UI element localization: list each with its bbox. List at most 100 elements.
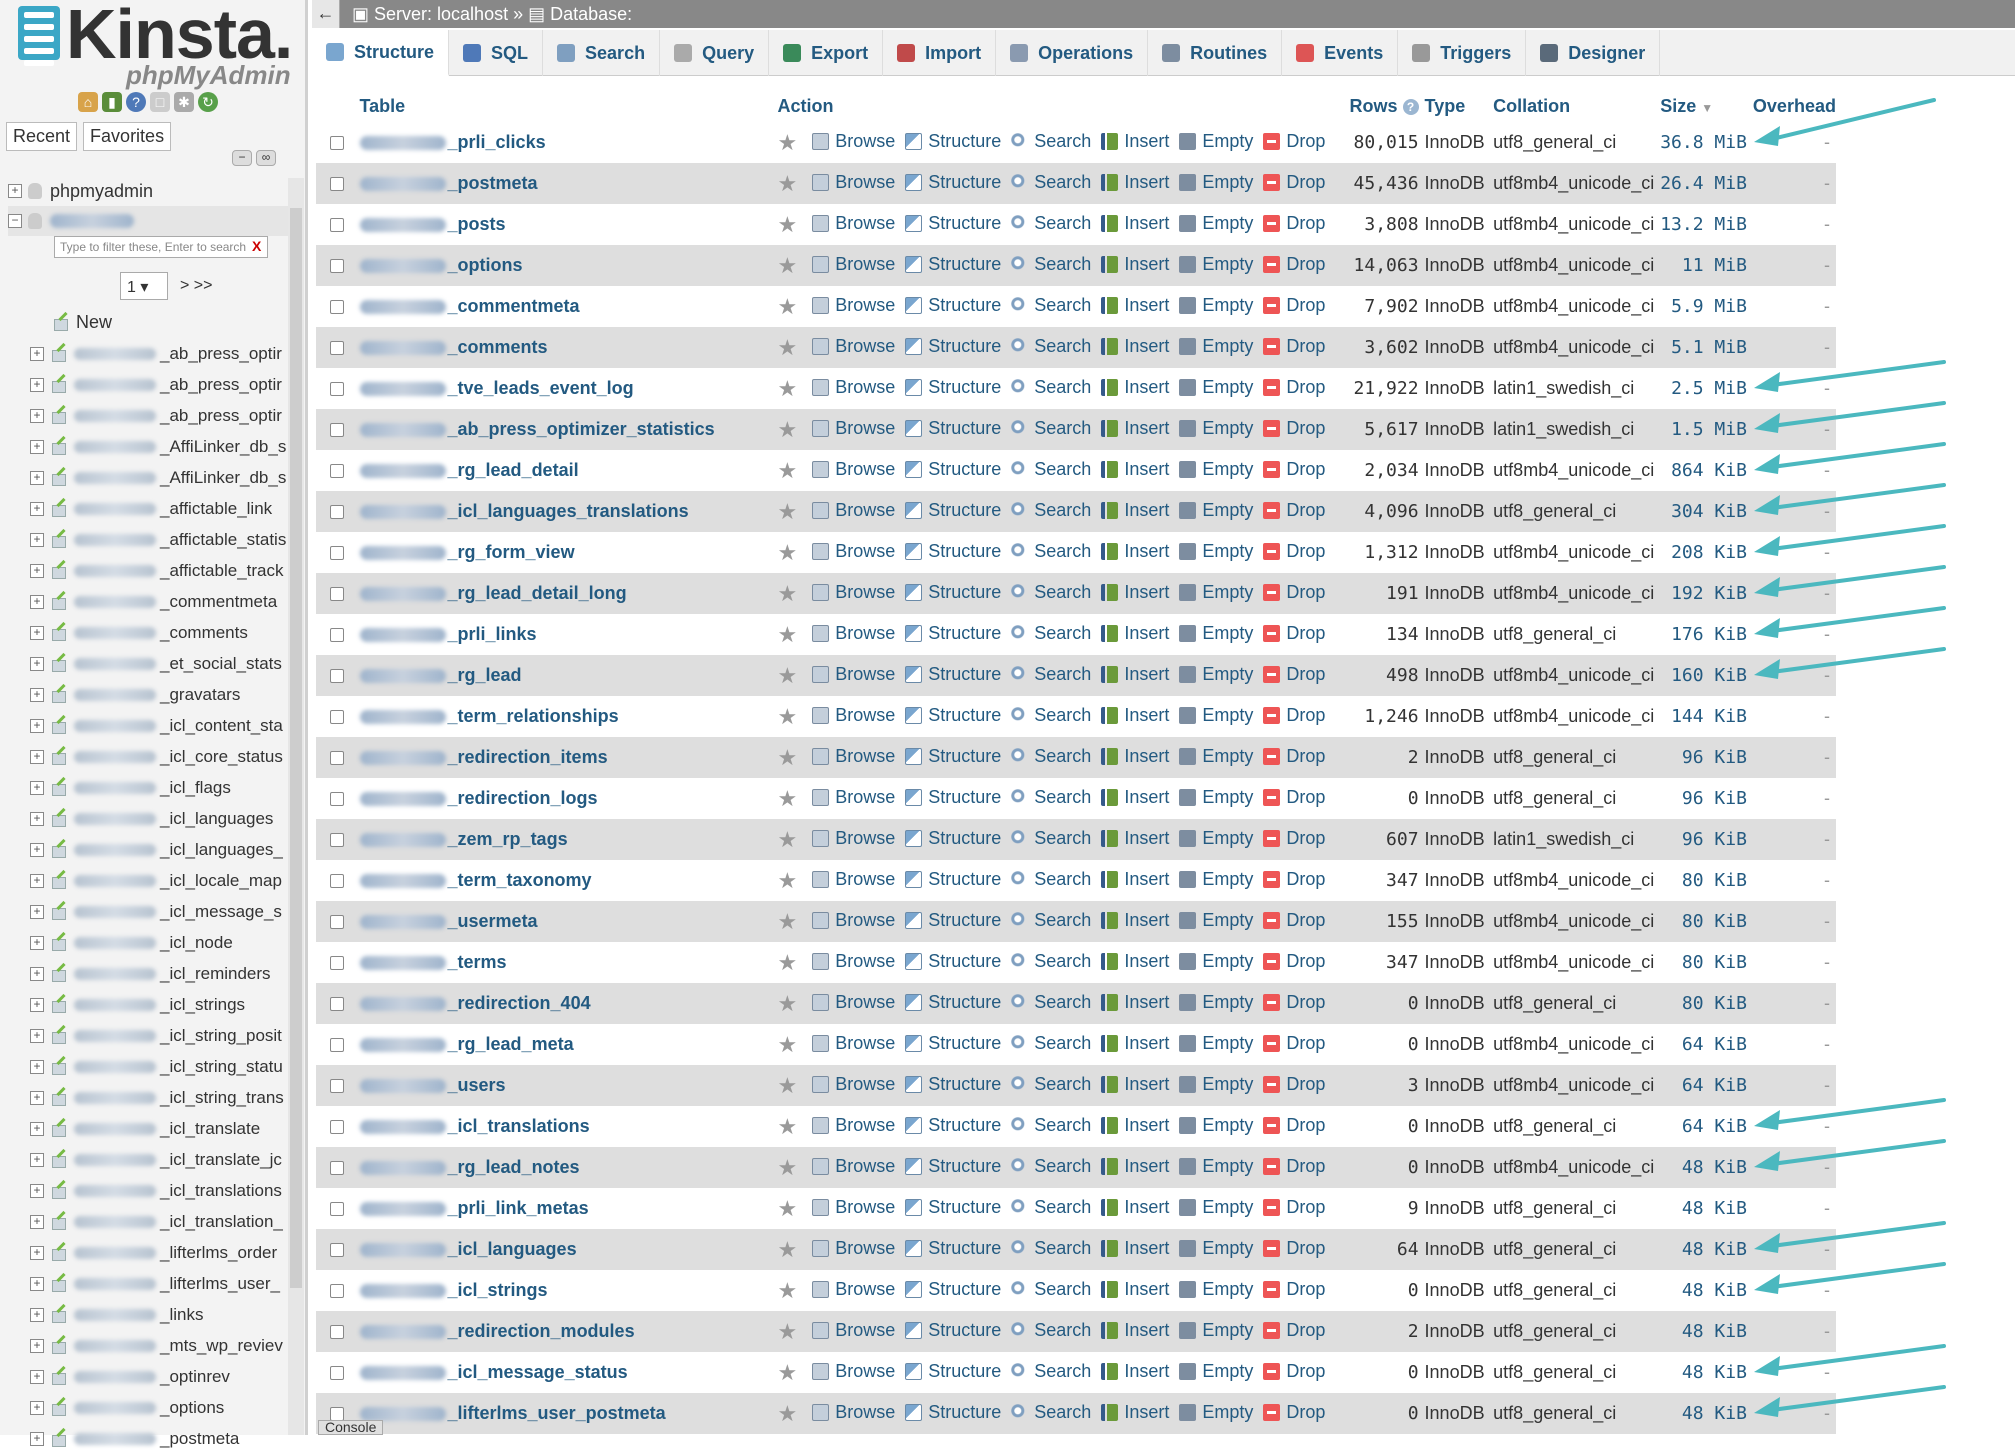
expand-icon[interactable]: + <box>30 408 44 423</box>
structure-action[interactable]: Structure <box>905 1074 1001 1095</box>
empty-action[interactable]: Empty <box>1179 418 1253 439</box>
search-action[interactable]: Search <box>1011 1197 1091 1218</box>
drop-action[interactable]: Drop <box>1263 336 1325 357</box>
empty-action[interactable]: Empty <box>1179 1033 1253 1054</box>
tab-export[interactable]: Export <box>769 30 884 76</box>
insert-action[interactable]: Insert <box>1101 664 1169 685</box>
drop-action[interactable]: Drop <box>1263 623 1325 644</box>
table-size[interactable]: 96 KiB <box>1660 819 1753 860</box>
empty-action[interactable]: Empty <box>1179 623 1253 644</box>
table-name-link[interactable]: _rg_lead_meta <box>359 1024 778 1065</box>
search-action[interactable]: Search <box>1011 131 1091 152</box>
favorite-star-icon[interactable]: ★ <box>777 1196 797 1221</box>
empty-action[interactable]: Empty <box>1179 172 1253 193</box>
structure-action[interactable]: Structure <box>905 582 1001 603</box>
tree-item-table[interactable]: + _ab_press_optir <box>30 400 286 431</box>
expand-icon[interactable]: + <box>30 1121 44 1136</box>
drop-action[interactable]: Drop <box>1263 377 1325 398</box>
table-size[interactable]: 5.9 MiB <box>1660 286 1753 327</box>
row-checkbox[interactable] <box>330 300 344 315</box>
table-name-link[interactable]: _commentmeta <box>359 286 778 327</box>
table-name-link[interactable]: _terms <box>359 942 778 983</box>
browse-action[interactable]: Browse <box>812 172 895 193</box>
table-size[interactable]: 208 KiB <box>1660 532 1753 573</box>
structure-action[interactable]: Structure <box>905 828 1001 849</box>
drop-action[interactable]: Drop <box>1263 582 1325 603</box>
browse-action[interactable]: Browse <box>812 336 895 357</box>
drop-action[interactable]: Drop <box>1263 459 1325 480</box>
expand-icon[interactable]: + <box>30 1183 44 1198</box>
favorite-star-icon[interactable]: ★ <box>777 1155 797 1180</box>
table-name-link[interactable]: _postmeta <box>359 163 778 204</box>
insert-action[interactable]: Insert <box>1101 705 1169 726</box>
nav-scrollbar-thumb[interactable] <box>290 208 302 1288</box>
drop-action[interactable]: Drop <box>1263 418 1325 439</box>
empty-action[interactable]: Empty <box>1179 1197 1253 1218</box>
table-name-link[interactable]: _rg_lead_notes <box>359 1147 778 1188</box>
drop-action[interactable]: Drop <box>1263 705 1325 726</box>
structure-action[interactable]: Structure <box>905 377 1001 398</box>
expand-icon[interactable]: + <box>30 1338 44 1353</box>
table-size[interactable]: 13.2 MiB <box>1660 204 1753 245</box>
table-size[interactable]: 11 MiB <box>1660 245 1753 286</box>
expand-icon[interactable]: + <box>30 997 44 1012</box>
breadcrumb-database[interactable]: Database: <box>550 4 632 25</box>
structure-action[interactable]: Structure <box>905 131 1001 152</box>
help-icon[interactable]: ? <box>1402 98 1419 115</box>
favorite-star-icon[interactable]: ★ <box>777 376 797 401</box>
reload-icon[interactable]: ↻ <box>198 92 218 112</box>
favorite-star-icon[interactable]: ★ <box>777 1073 797 1098</box>
tree-item-table[interactable]: + _icl_node <box>30 927 286 958</box>
insert-action[interactable]: Insert <box>1101 869 1169 890</box>
structure-action[interactable]: Structure <box>905 1156 1001 1177</box>
browse-action[interactable]: Browse <box>812 541 895 562</box>
row-checkbox[interactable] <box>330 833 344 848</box>
row-checkbox[interactable] <box>330 792 344 807</box>
browse-action[interactable]: Browse <box>812 1238 895 1259</box>
insert-action[interactable]: Insert <box>1101 1033 1169 1054</box>
drop-action[interactable]: Drop <box>1263 1361 1325 1382</box>
drop-action[interactable]: Drop <box>1263 1115 1325 1136</box>
structure-action[interactable]: Structure <box>905 1115 1001 1136</box>
drop-action[interactable]: Drop <box>1263 664 1325 685</box>
table-name-link[interactable]: _icl_translations <box>359 1106 778 1147</box>
structure-action[interactable]: Structure <box>905 705 1001 726</box>
tree-item-table[interactable]: + _optinrev <box>30 1361 286 1392</box>
expand-icon[interactable]: + <box>30 532 44 547</box>
table-size[interactable]: 64 KiB <box>1660 1024 1753 1065</box>
collapse-all-icon[interactable]: − <box>232 150 252 166</box>
tab-query[interactable]: Query <box>660 30 770 76</box>
drop-action[interactable]: Drop <box>1263 1279 1325 1300</box>
table-size[interactable]: 96 KiB <box>1660 737 1753 778</box>
favorite-star-icon[interactable]: ★ <box>777 458 797 483</box>
tree-item-table[interactable]: + _icl_content_sta <box>30 710 286 741</box>
tab-operations[interactable]: Operations <box>996 30 1149 76</box>
empty-action[interactable]: Empty <box>1179 1402 1253 1423</box>
insert-action[interactable]: Insert <box>1101 623 1169 644</box>
table-name-link[interactable]: _term_taxonomy <box>359 860 778 901</box>
favorite-star-icon[interactable]: ★ <box>777 540 797 565</box>
console-button[interactable]: Console <box>318 1420 384 1435</box>
row-checkbox[interactable] <box>330 1120 344 1135</box>
drop-action[interactable]: Drop <box>1263 1033 1325 1054</box>
browse-action[interactable]: Browse <box>812 664 895 685</box>
tab-events[interactable]: Events <box>1282 30 1399 76</box>
row-checkbox[interactable] <box>330 177 344 192</box>
browse-action[interactable]: Browse <box>812 1115 895 1136</box>
table-name-link[interactable]: _prli_link_metas <box>359 1188 778 1229</box>
drop-action[interactable]: Drop <box>1263 172 1325 193</box>
row-checkbox[interactable] <box>330 218 344 233</box>
browse-action[interactable]: Browse <box>812 992 895 1013</box>
tree-item-table[interactable]: + _AffiLinker_db_s <box>30 462 286 493</box>
tree-item-table[interactable]: + _links <box>30 1299 286 1330</box>
home-icon[interactable]: ⌂ <box>78 92 98 112</box>
tree-item-table[interactable]: + _icl_locale_map <box>30 865 286 896</box>
docs-icon[interactable]: □ <box>150 92 170 112</box>
expand-icon[interactable]: + <box>30 1400 44 1415</box>
table-size[interactable]: 80 KiB <box>1660 901 1753 942</box>
size-header[interactable]: Size ▼ <box>1660 90 1753 122</box>
table-name-link[interactable]: _usermeta <box>359 901 778 942</box>
tree-item-table[interactable]: + _AffiLinker_db_s <box>30 431 286 462</box>
table-name-link[interactable]: _tve_leads_event_log <box>359 368 778 409</box>
browse-action[interactable]: Browse <box>812 131 895 152</box>
